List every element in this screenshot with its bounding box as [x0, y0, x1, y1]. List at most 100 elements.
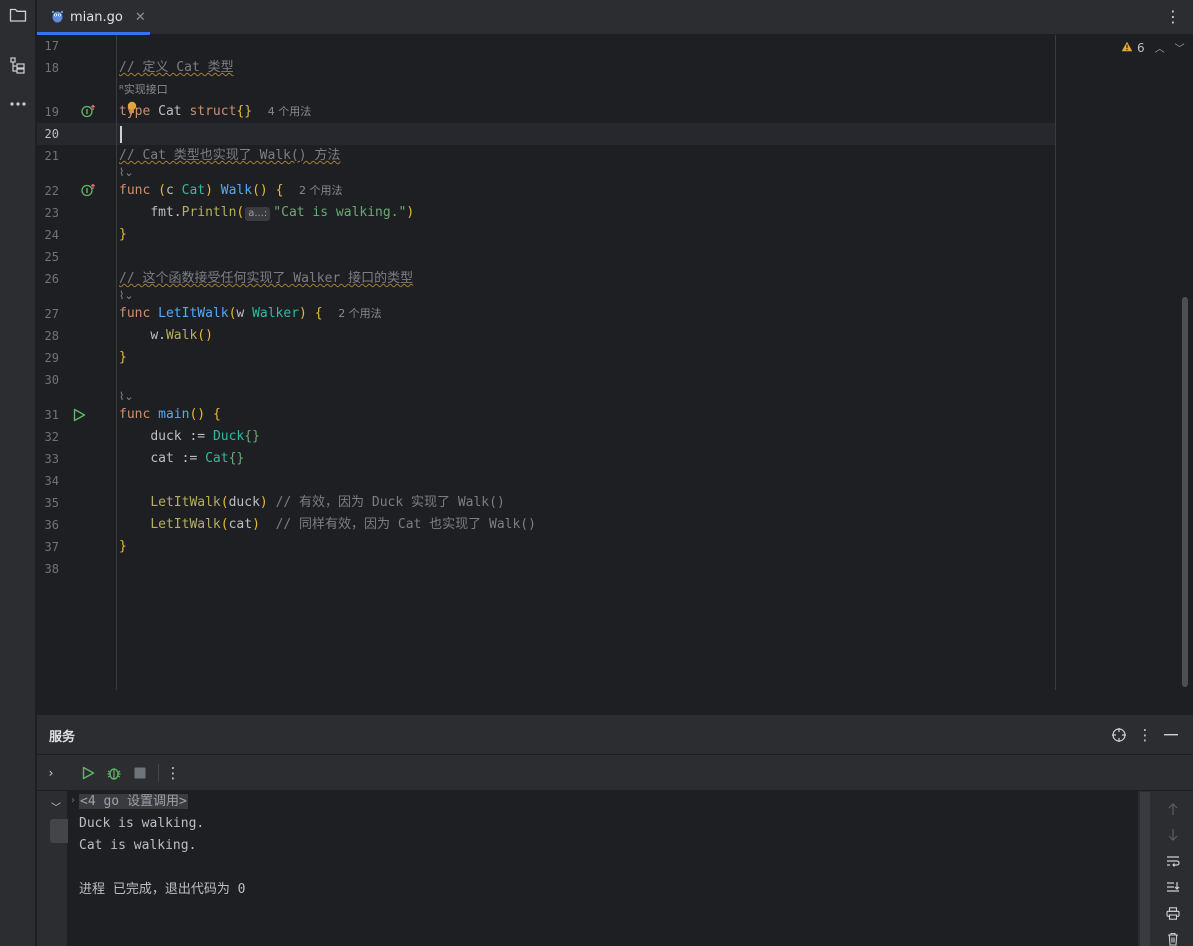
scroll-to-end-icon[interactable]: [1165, 879, 1181, 895]
string-literal: "Cat is walking.": [273, 205, 407, 220]
type-name: Cat: [158, 104, 182, 119]
paren: (): [189, 407, 206, 422]
text-caret: [120, 126, 122, 143]
stop-icon[interactable]: [130, 763, 150, 783]
paren: (: [220, 495, 229, 510]
close-icon[interactable]: ✕: [135, 10, 146, 25]
toolbar-separator: [158, 764, 159, 782]
implemented-interface-icon[interactable]: [81, 183, 97, 199]
line-number: 36: [44, 518, 59, 532]
code-line: type Cat struct{} 4 个用法: [119, 101, 311, 123]
tab-label: mian.go: [70, 10, 123, 25]
inlay-hint-author[interactable]: ⌇⌄: [119, 166, 134, 180]
project-folder-icon[interactable]: [6, 3, 30, 27]
inlay-hint-implementations[interactable]: ᴿ实现接口: [119, 83, 168, 97]
keyword: func: [119, 183, 151, 198]
operator: :=: [181, 451, 198, 466]
line-number: 17: [44, 39, 59, 53]
paren: (): [252, 183, 268, 198]
soft-wrap-icon[interactable]: [1165, 853, 1181, 869]
paren: (: [158, 183, 166, 198]
line-number: 20: [44, 127, 59, 141]
console-line: 进程 已完成，退出代码为 0: [79, 882, 246, 897]
structure-icon[interactable]: [6, 53, 30, 77]
arrow-down-icon[interactable]: [1165, 827, 1181, 843]
braces: {}: [244, 429, 260, 444]
brace: }: [119, 539, 127, 554]
inspection-widget[interactable]: 6 ︿ ﹀: [1121, 40, 1185, 55]
code-line: LetItWalk(duck) // 有效，因为 Duck 实现了 Walk(): [119, 492, 504, 514]
implemented-interface-icon[interactable]: [81, 104, 97, 120]
usages-hint[interactable]: 4 个用法: [268, 105, 312, 118]
brace: {: [275, 183, 284, 198]
code-comment: // 同样有效，因为 Cat 也实现了 Walk(): [275, 517, 536, 532]
tab-options-icon[interactable]: ⋮: [1163, 6, 1183, 26]
line-number: 27: [44, 307, 59, 321]
dot: .: [173, 205, 182, 220]
next-highlight-icon[interactable]: ﹀: [1175, 40, 1185, 55]
crosshair-icon[interactable]: [1109, 725, 1129, 745]
line-number: 24: [44, 228, 59, 242]
usages-hint[interactable]: 2 个用法: [338, 307, 382, 320]
inlay-hint-author[interactable]: ⌇⌄: [119, 390, 134, 404]
paren: ): [299, 306, 307, 321]
brace: {: [212, 407, 221, 422]
trash-icon[interactable]: [1165, 931, 1181, 946]
author-icon: ⌇⌄: [119, 289, 134, 302]
brace: {: [314, 306, 323, 321]
operator: :=: [189, 429, 206, 444]
services-title: 服务: [49, 730, 76, 745]
code-line: // 定义 Cat 类型: [119, 57, 234, 79]
receiver-type: Cat: [181, 183, 206, 198]
more-tools-icon[interactable]: [6, 92, 30, 116]
paren: ): [406, 205, 415, 220]
function-name: LetItWalk: [158, 306, 229, 321]
paren: ): [259, 495, 268, 510]
run-gutter-icon[interactable]: [72, 408, 86, 422]
code-line: // Cat 类型也实现了 Walk() 方法: [119, 145, 340, 167]
line-number: 38: [44, 562, 59, 576]
code-line: }: [119, 536, 127, 558]
line-number: 33: [44, 452, 59, 466]
chevron-down-icon[interactable]: ﹀: [51, 799, 61, 814]
inlay-hint-author[interactable]: ⌇⌄: [119, 289, 134, 303]
paren: (: [220, 517, 229, 532]
print-icon[interactable]: [1165, 905, 1181, 921]
code-area[interactable]: // 定义 Cat 类型 ᴿ实现接口 type Cat struct{} 4 个…: [119, 35, 1054, 690]
code-editor[interactable]: 17 18 19 20 21 22 23 24 25 26 27 28 29 3…: [37, 35, 1193, 690]
line-number: 21: [44, 149, 59, 163]
line-number: 32: [44, 430, 59, 444]
run-icon[interactable]: [78, 763, 98, 783]
expand-tree-icon[interactable]: ›: [41, 763, 61, 783]
function-call: LetItWalk: [150, 495, 221, 510]
right-margin-guide: [1055, 35, 1056, 690]
arrow-up-icon[interactable]: [1165, 801, 1181, 817]
function-name: Walk: [220, 183, 253, 198]
minimize-icon[interactable]: [1161, 725, 1181, 745]
console-output[interactable]: › <4 go 设置调用> Duck is walking. Cat is wa…: [68, 791, 1138, 946]
options-menu-icon[interactable]: ⋮: [1135, 725, 1155, 745]
code-line: }: [119, 347, 127, 369]
services-header: 服务 ⋮: [37, 715, 1193, 755]
more-actions-icon[interactable]: ⋮: [163, 763, 183, 783]
type-name: Duck: [212, 429, 245, 444]
line-number: 30: [44, 373, 59, 387]
code-line: w.Walk(): [119, 325, 213, 347]
warning-icon: [1121, 41, 1133, 55]
console-side-actions: [1154, 791, 1193, 946]
tree-selected-node[interactable]: [50, 819, 68, 843]
previous-highlight-icon[interactable]: ︿: [1155, 40, 1165, 55]
chevron-right-icon[interactable]: ›: [70, 795, 76, 806]
code-line: }: [119, 224, 127, 246]
editor-scrollbar[interactable]: [1182, 297, 1188, 687]
line-number: 31: [44, 408, 59, 422]
param-type: Walker: [252, 306, 300, 321]
tab-mian-go[interactable]: mian.go ✕: [37, 0, 150, 35]
usages-hint[interactable]: 2 个用法: [299, 184, 343, 197]
tool-window-strip: [0, 0, 36, 946]
debug-icon[interactable]: [104, 763, 124, 783]
editor-tab-bar: mian.go ✕ ⋮: [37, 0, 1193, 35]
console-scrollbar[interactable]: [1140, 792, 1150, 946]
services-tree[interactable]: ﹀: [37, 791, 68, 946]
package-name: fmt: [150, 205, 174, 220]
